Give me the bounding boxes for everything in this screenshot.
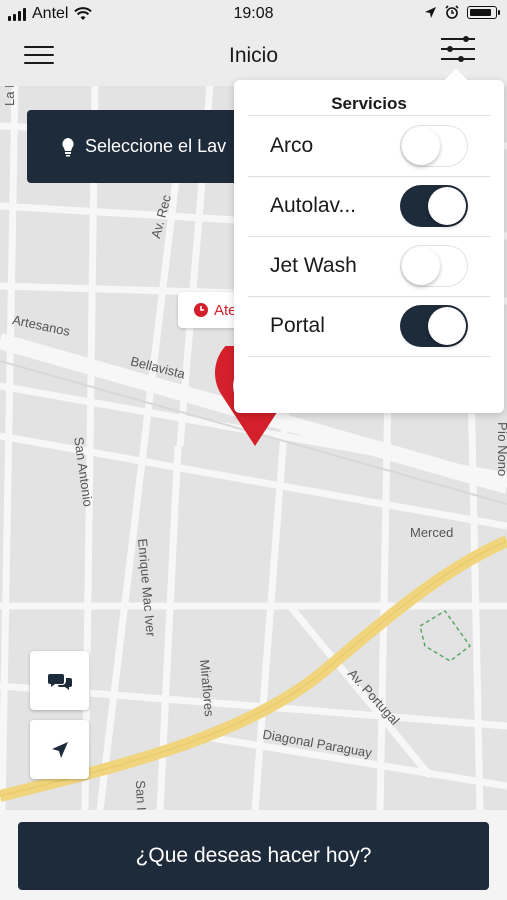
battery-icon bbox=[467, 5, 500, 19]
service-row-jet-wash: Jet Wash bbox=[248, 236, 490, 297]
service-label: Portal bbox=[270, 314, 325, 337]
navigation-arrow-icon bbox=[51, 741, 68, 758]
status-right bbox=[424, 5, 500, 19]
service-label: Jet Wash bbox=[270, 254, 357, 277]
street-label: San I bbox=[133, 780, 150, 810]
select-wash-banner[interactable]: Seleccione el Lav bbox=[27, 110, 257, 183]
alarm-icon bbox=[445, 5, 459, 19]
nav-bar: Inicio bbox=[0, 30, 507, 86]
chat-bubbles-icon bbox=[47, 673, 72, 690]
services-title: Servicios bbox=[331, 94, 407, 113]
chat-button[interactable] bbox=[30, 651, 89, 710]
service-toggle-portal[interactable] bbox=[400, 305, 468, 347]
location-arrow-icon bbox=[425, 6, 436, 18]
clock-icon bbox=[194, 303, 208, 317]
service-toggle-autolav[interactable] bbox=[400, 185, 468, 227]
service-label: Arco bbox=[270, 134, 314, 157]
what-to-do-button[interactable]: ¿Que deseas hacer hoy? bbox=[18, 822, 489, 890]
service-row-autolav: Autolav... bbox=[248, 176, 490, 237]
street-label: La P bbox=[2, 86, 17, 106]
services-dropdown: Servicios Arco Autolav... Jet Wash Porta… bbox=[234, 80, 504, 413]
street-label: Pío Nono bbox=[495, 422, 507, 477]
page-title: Inicio bbox=[228, 44, 279, 67]
service-row-arco: Arco bbox=[248, 116, 490, 177]
service-label: Autolav... bbox=[270, 194, 356, 217]
service-toggle-jet-wash[interactable] bbox=[400, 245, 468, 287]
lightbulb-icon bbox=[62, 137, 74, 156]
service-toggle-arco[interactable] bbox=[400, 125, 468, 167]
sliders-icon bbox=[441, 36, 475, 62]
street-label: Merced bbox=[410, 525, 454, 540]
my-location-button[interactable] bbox=[30, 720, 89, 779]
banner-text: Seleccione el Lav bbox=[85, 136, 227, 156]
filter-sliders-button[interactable] bbox=[439, 34, 477, 66]
service-row-portal: Portal bbox=[248, 296, 490, 357]
status-bar: Antel 19:08 bbox=[0, 0, 507, 30]
